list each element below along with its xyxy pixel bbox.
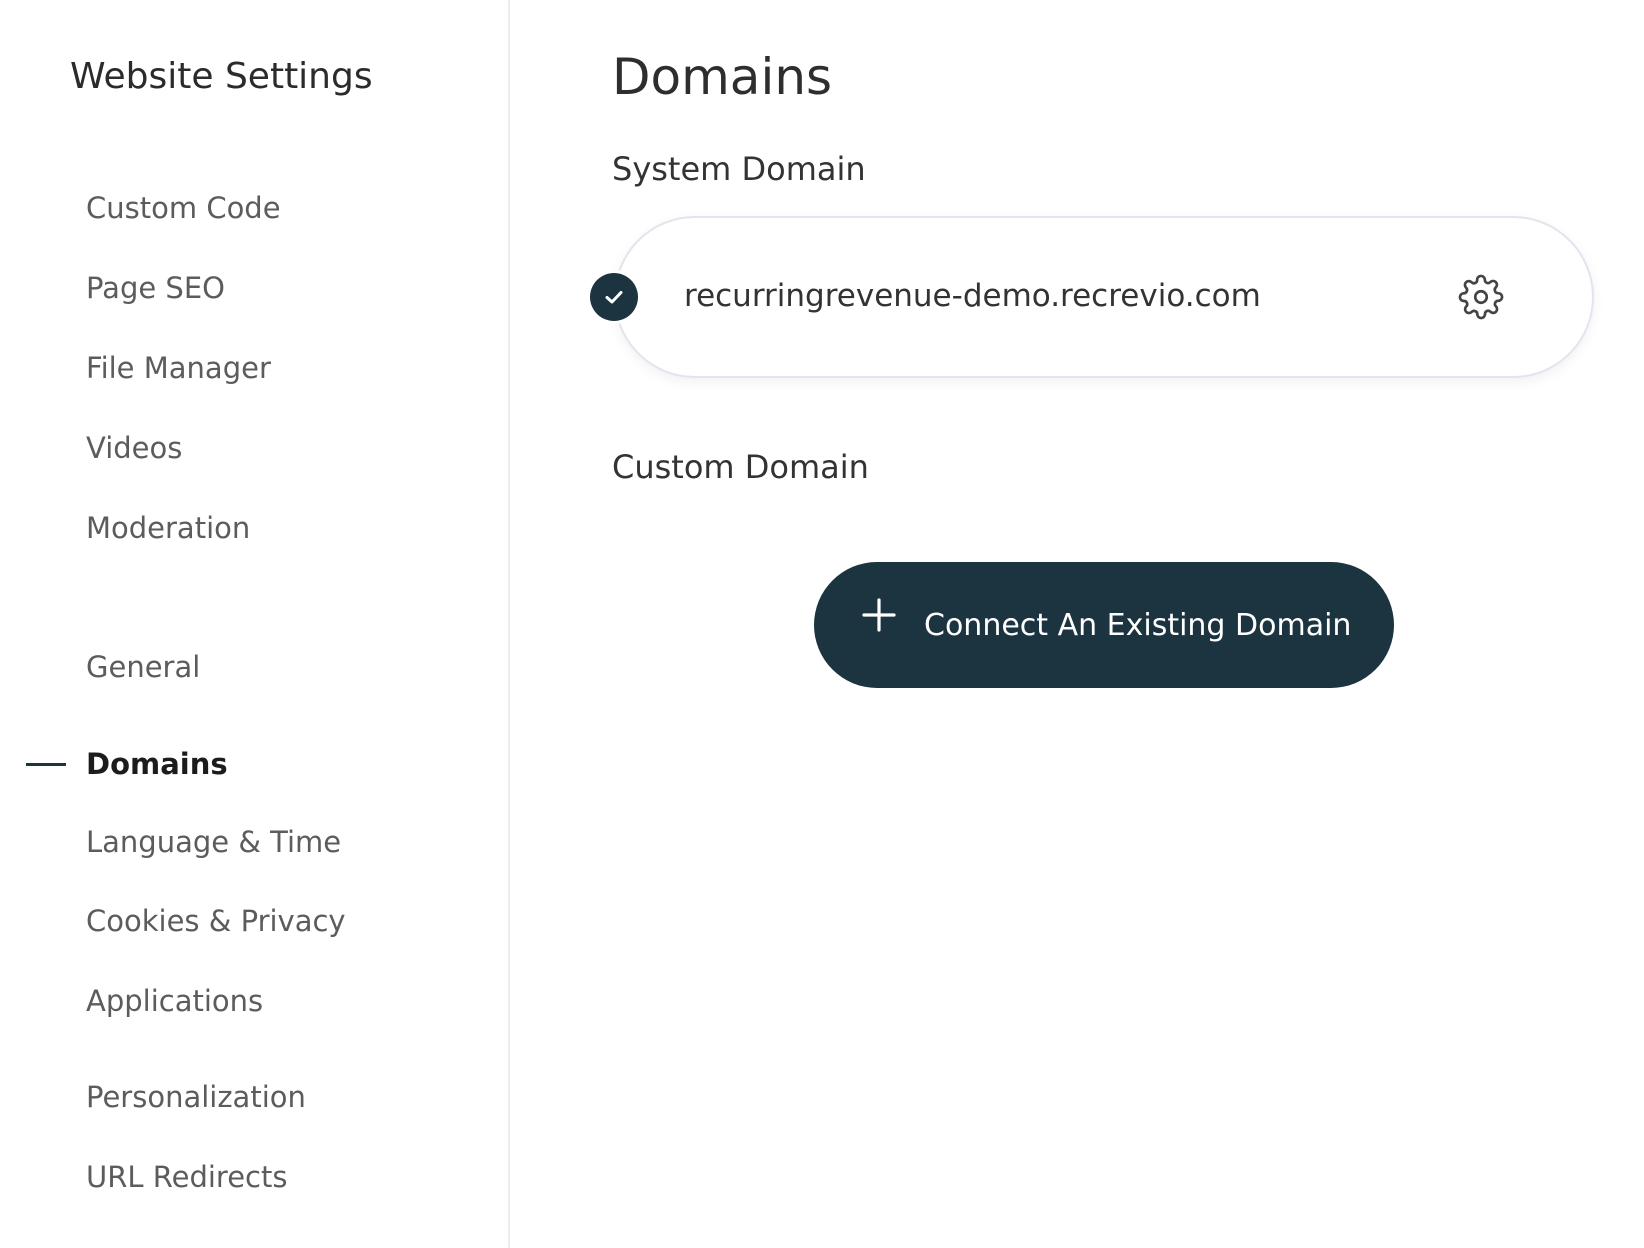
system-domain-value: recurringrevenue-demo.recrevio.com <box>684 278 1261 314</box>
gear-icon[interactable] <box>1456 272 1506 322</box>
sidebar-item-moderation[interactable]: Moderation <box>86 508 250 548</box>
sidebar-item-custom-code[interactable]: Custom Code <box>86 188 281 228</box>
sidebar-item-applications[interactable]: Applications <box>86 981 263 1021</box>
sidebar-title: Website Settings <box>70 56 373 97</box>
active-indicator <box>26 763 66 766</box>
connect-domain-label: Connect An Existing Domain <box>924 608 1352 643</box>
sidebar-item-page-seo[interactable]: Page SEO <box>86 268 225 308</box>
sidebar-item-domains[interactable]: Domains <box>86 744 228 784</box>
sidebar-item-general[interactable]: General <box>86 647 200 687</box>
sidebar: Website Settings Custom Code Page SEO Fi… <box>0 0 510 1248</box>
page-title: Domains <box>612 48 833 106</box>
sidebar-item-videos[interactable]: Videos <box>86 428 182 468</box>
sidebar-item-cookies-privacy[interactable]: Cookies & Privacy <box>86 901 346 941</box>
sidebar-item-personalization[interactable]: Personalization <box>86 1077 306 1117</box>
check-icon <box>590 273 638 321</box>
connect-domain-button[interactable]: Connect An Existing Domain <box>814 562 1394 688</box>
sidebar-item-file-manager[interactable]: File Manager <box>86 348 271 388</box>
sidebar-item-url-redirects[interactable]: URL Redirects <box>86 1157 287 1197</box>
custom-domain-heading: Custom Domain <box>612 448 869 486</box>
sidebar-item-language-time[interactable]: Language & Time <box>86 822 341 862</box>
plus-icon <box>862 598 896 632</box>
system-domain-heading: System Domain <box>612 150 866 188</box>
